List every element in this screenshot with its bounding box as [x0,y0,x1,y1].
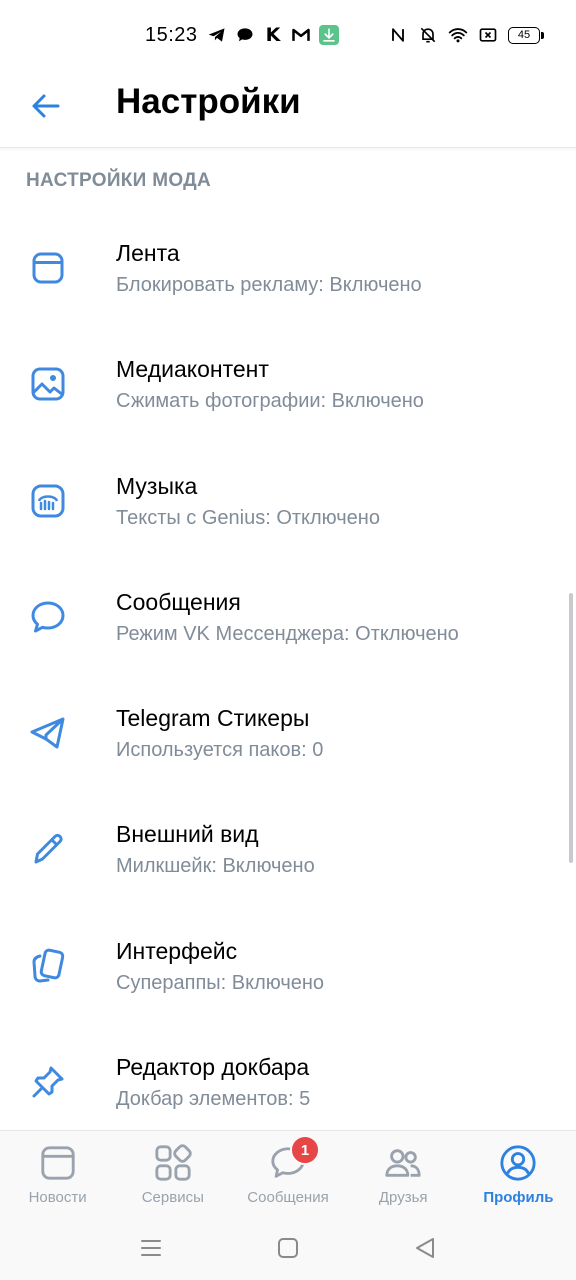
nav-friends[interactable]: Друзья [346,1131,461,1218]
settings-item-messages[interactable]: Сообщения Режим VK Мессенджера: Отключен… [0,559,576,675]
news-icon [38,1143,78,1183]
download-icon [319,25,339,45]
settings-item-interface[interactable]: Интерфейс Супераппы: Включено [0,908,576,1024]
settings-item-media[interactable]: Медиаконтент Сжимать фотографии: Включен… [0,326,576,442]
telegram-icon [26,711,70,755]
pencil-icon [26,827,70,871]
settings-item-dockbar-editor[interactable]: Редактор докбара Докбар элементов: 5 [0,1024,576,1140]
settings-item-subtitle: Докбар элементов: 5 [116,1088,311,1111]
status-bar: 15:23 K 45 [0,0,576,72]
nav-profile[interactable]: Профиль [461,1131,576,1218]
sim-off-icon [478,25,498,45]
telegram-icon [207,25,227,45]
page-title: Настройки [116,82,301,121]
settings-item-subtitle: Сжимать фотографии: Включено [116,390,424,413]
system-navigation [0,1218,576,1280]
profile-icon [498,1143,538,1183]
settings-item-title: Сообщения [116,588,241,615]
unread-badge: 1 [290,1135,320,1165]
back-button[interactable] [26,86,66,126]
settings-item-appearance[interactable]: Внешний вид Милкшейк: Включено [0,791,576,907]
scrollbar[interactable] [569,593,573,863]
feed-icon [26,246,70,290]
services-icon [153,1143,193,1183]
settings-item-subtitle: Режим VK Мессенджера: Отключено [116,622,459,645]
chat-bubble-icon [235,25,255,45]
bottom-navigation: Новости Сервисы 1 Сообщения Друзья Профи… [0,1130,576,1218]
section-title: НАСТРОЙКИ МОДА [26,170,212,191]
image-icon [26,362,70,406]
settings-item-telegram-stickers[interactable]: Telegram Стикеры Используется паков: 0 [0,675,576,791]
settings-item-subtitle: Блокировать рекламу: Включено [116,274,422,296]
settings-item-title: Музыка [116,472,198,499]
home-button[interactable] [274,1234,302,1262]
settings-item-music[interactable]: Музыка Тексты с Genius: Отключено [0,443,576,559]
triangle-back-icon [416,1238,434,1258]
pin-icon [26,1060,70,1104]
settings-item-title: Внешний вид [116,821,259,848]
gmail-icon [291,25,311,45]
settings-item-subtitle: Милкшейк: Включено [116,855,315,878]
settings-item-title: Telegram Стикеры [116,705,310,732]
message-icon [26,595,70,639]
settings-item-title: Лента [116,240,180,266]
nfc-icon [388,25,408,45]
bell-off-icon [418,25,438,45]
settings-item-subtitle: Супераппы: Включено [116,971,325,994]
settings-item-title: Интерфейс [116,937,238,964]
settings-item-subtitle: Тексты с Genius: Отключено [116,506,380,529]
nav-label: Профиль [483,1189,554,1206]
nav-label: Сервисы [141,1189,204,1206]
settings-list: Лента Блокировать рекламу: Включено Меди… [0,210,576,1140]
nav-label: Друзья [378,1189,428,1206]
nav-services[interactable]: Сервисы [115,1131,230,1218]
settings-item-subtitle: Используется паков: 0 [116,739,324,762]
settings-item-title: Медиаконтент [116,356,269,383]
nav-label: Сообщения [247,1189,329,1206]
music-icon [26,479,70,523]
nav-label: Новости [28,1189,87,1206]
menu-icon [141,1240,161,1256]
messages-icon: 1 [268,1135,320,1183]
home-square-icon [278,1238,298,1258]
nav-messages[interactable]: 1 Сообщения [230,1131,345,1218]
status-time: 15:23 [145,24,198,46]
cards-icon [26,944,70,988]
wifi-icon [448,25,468,45]
settings-item-title: Редактор докбара [116,1054,310,1081]
k-icon: K [265,24,281,46]
settings-item-feed[interactable]: Лента Блокировать рекламу: Включено [0,210,576,326]
friends-icon [383,1143,423,1183]
notification-icons: K [207,24,339,46]
system-icons: 45 [388,25,544,45]
app-header: Настройки [0,72,576,148]
nav-news[interactable]: Новости [0,1131,115,1218]
back-system-button[interactable] [411,1234,439,1262]
battery-icon: 45 [508,26,544,44]
menu-button[interactable] [137,1234,165,1262]
arrow-left-icon [32,94,60,118]
